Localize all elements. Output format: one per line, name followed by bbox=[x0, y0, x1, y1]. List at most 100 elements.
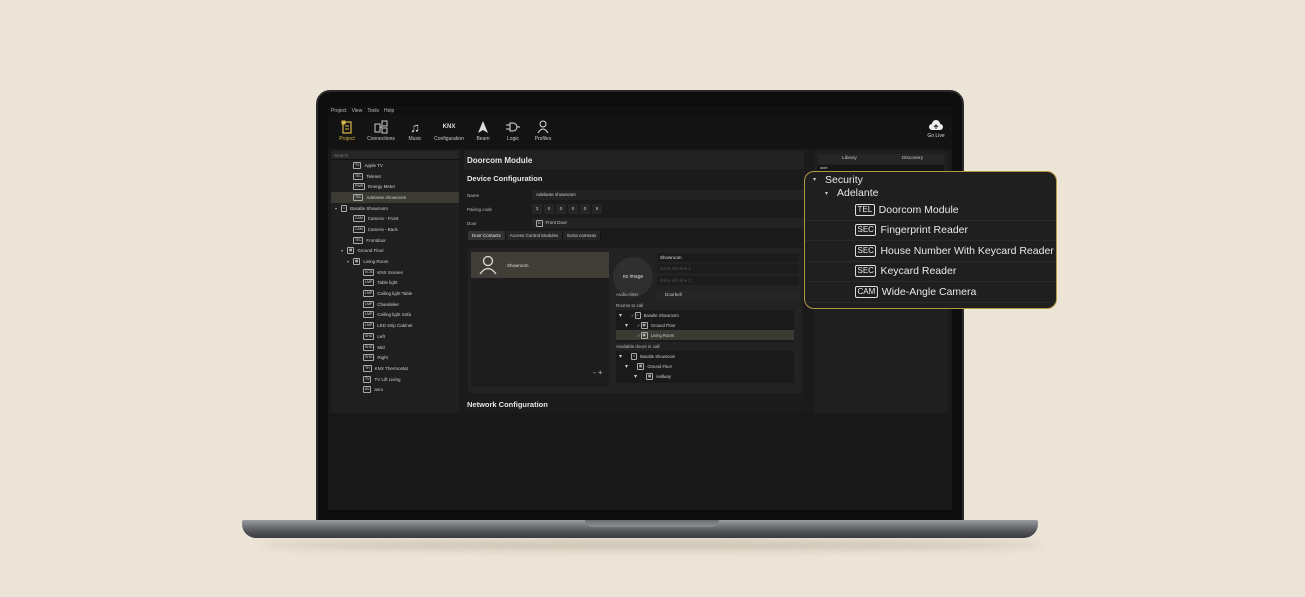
go-live-button[interactable]: Go Live bbox=[924, 120, 948, 139]
configuration-tool[interactable]: KNX Configuration bbox=[430, 115, 468, 142]
device-tag-icon: SEC bbox=[855, 224, 877, 237]
contact-item[interactable]: Showroom bbox=[471, 252, 609, 278]
device-config-header[interactable]: Device Configuration bbox=[464, 169, 804, 187]
device-tag-icon: TH bbox=[363, 364, 372, 372]
tab-library[interactable]: Library bbox=[818, 154, 881, 164]
tree-item[interactable]: TV TV Lift Living bbox=[331, 374, 459, 385]
tab-extra-cameras[interactable]: Extra cameras bbox=[563, 231, 602, 240]
adelante-category[interactable]: ▾ Adelante bbox=[805, 186, 1056, 200]
tree-item[interactable]: ▾ ▦ Living Room bbox=[331, 256, 459, 267]
door-tag-icon: D bbox=[536, 220, 543, 227]
tree-item[interactable]: SCN KNX Scenes bbox=[331, 267, 459, 278]
project-tree-panel: Search TV Apple TV TEL Telenet PWR Energy Met… bbox=[331, 151, 459, 413]
device-tag-icon: SHD bbox=[363, 343, 375, 351]
extra-info-2-field[interactable]: Extra info line 2 bbox=[657, 276, 799, 285]
device-tag-icon: LMP bbox=[363, 290, 375, 298]
library-item[interactable]: CAM Wide-Angle Camera bbox=[805, 282, 1056, 303]
device-tag-icon: SHD bbox=[363, 332, 375, 340]
library-item[interactable]: TEL Doorcom Module bbox=[805, 200, 1056, 221]
configuration-label: Configuration bbox=[434, 136, 464, 142]
menu-project[interactable]: Project bbox=[331, 108, 347, 114]
beam-icon bbox=[476, 120, 490, 134]
music-tool[interactable]: ♫ Music bbox=[400, 115, 430, 143]
tree-item[interactable]: TH KNX Thermostat bbox=[331, 363, 459, 374]
tree-item[interactable]: LMP Ceiling light Sofa bbox=[331, 310, 459, 321]
tree-item[interactable]: LMP Chandelier bbox=[331, 299, 459, 310]
tree-item[interactable]: TV Apple TV bbox=[331, 160, 459, 171]
tree-item-label: Apple TV bbox=[364, 162, 383, 168]
door-item[interactable]: ▾ ⌂ Basalte Showroom bbox=[616, 351, 794, 361]
name-field[interactable]: Adelante showroom bbox=[532, 190, 804, 200]
door-select[interactable]: D Front Door bbox=[532, 218, 804, 228]
project-tool[interactable]: Project bbox=[332, 115, 362, 142]
menu-help[interactable]: Help bbox=[384, 108, 394, 114]
tree-item[interactable]: CAM Camera - Front bbox=[331, 213, 459, 224]
device-tag-icon: SEC bbox=[855, 265, 877, 278]
device-tag-icon: SHD bbox=[363, 354, 375, 362]
library-item-label: Wide-Angle Camera bbox=[881, 285, 977, 298]
room-label: Living Room bbox=[650, 332, 675, 338]
device-tag-icon: TV bbox=[353, 161, 362, 169]
logic-tool[interactable]: Logic bbox=[498, 115, 528, 142]
tree-item[interactable]: SHD Right bbox=[331, 352, 459, 363]
security-category[interactable]: ▾ Security bbox=[805, 173, 1056, 186]
tree-item[interactable]: LMP LED strip Cabinet bbox=[331, 320, 459, 331]
tree-item[interactable]: LMP Ceiling light Table bbox=[331, 288, 459, 299]
room-item[interactable]: ✓ ▦ Living Room bbox=[616, 330, 794, 340]
contacts-add-remove[interactable]: - + bbox=[593, 368, 603, 377]
library-item[interactable]: SEC Fingerprint Reader bbox=[805, 221, 1056, 241]
tree-search-input[interactable]: Search bbox=[331, 151, 459, 160]
floor-icon: ▦ bbox=[640, 321, 648, 329]
pairing-code-field[interactable]: 3 0 0 0 0 9 bbox=[532, 204, 602, 214]
connections-icon bbox=[374, 120, 388, 134]
library-item[interactable]: SEC Keycard Reader bbox=[805, 262, 1056, 282]
tree-item[interactable]: ▾ ▦ Ground Floor bbox=[331, 246, 459, 257]
tab-discovery[interactable]: Discovery bbox=[881, 154, 944, 164]
library-item[interactable]: SEC House Number With Keycard Reader bbox=[805, 241, 1056, 262]
pairing-digit[interactable]: 0 bbox=[544, 204, 554, 214]
tree-item[interactable]: TEL Adelante showroom bbox=[331, 192, 459, 203]
pairing-digit[interactable]: 0 bbox=[580, 204, 590, 214]
contact-image[interactable]: no image bbox=[613, 257, 653, 297]
tree-item[interactable]: AV asro bbox=[331, 384, 459, 395]
pairing-digit[interactable]: 3 bbox=[532, 204, 542, 214]
device-tag-icon: CAM bbox=[353, 215, 365, 223]
profiles-tool[interactable]: Profiles bbox=[528, 115, 558, 142]
audio-alert-select[interactable]: Doorbell bbox=[657, 291, 799, 299]
tree-item[interactable]: TEL Telenet bbox=[331, 171, 459, 182]
network-config-header[interactable]: Network Configuration bbox=[464, 395, 551, 413]
device-tag-icon: ▦ bbox=[347, 247, 355, 255]
tree-item-label: Table light bbox=[377, 280, 398, 286]
available-doors-tree: ▾ ⌂ Basalte Showroom ▾ ▦ Ground Floor ▾ ▦ Hall… bbox=[616, 351, 794, 383]
tab-door-contacts[interactable]: Door Contacts bbox=[468, 231, 506, 240]
room-item[interactable]: ▾ ✓ ⌂ Basalte Showroom bbox=[616, 310, 794, 320]
device-panel: Doorcom Module Device Configuration Name… bbox=[464, 151, 804, 413]
door-item[interactable]: ▾ ▦ Ground Floor bbox=[616, 361, 794, 371]
beam-tool[interactable]: Beam bbox=[468, 115, 498, 142]
pairing-digit[interactable]: 0 bbox=[556, 204, 566, 214]
menu-view[interactable]: View bbox=[352, 108, 363, 114]
tree-item[interactable]: SHD Left bbox=[331, 331, 459, 342]
tree-item[interactable]: SHD Mid bbox=[331, 342, 459, 353]
tree-item[interactable]: PWR Energy Meter bbox=[331, 181, 459, 192]
tree-item[interactable]: CAM Camera - Back bbox=[331, 224, 459, 235]
connections-tool[interactable]: Connections bbox=[362, 115, 400, 142]
room-icon: ▦ bbox=[646, 372, 654, 380]
tree-item-label: KNX Scenes bbox=[377, 269, 403, 275]
menu-tools[interactable]: Tools bbox=[367, 108, 379, 114]
room-label: Ground Floor bbox=[650, 322, 676, 328]
tree-item[interactable]: LMP Table light bbox=[331, 278, 459, 289]
door-item[interactable]: ▾ ▦ Hallway bbox=[616, 371, 794, 381]
project-icon bbox=[340, 120, 354, 134]
room-item[interactable]: ▾ ✓ ▦ Ground Floor bbox=[616, 320, 794, 330]
contact-name-field[interactable]: Showroom bbox=[657, 253, 799, 262]
extra-info-1-field[interactable]: Extra info line 1 bbox=[657, 264, 799, 273]
pairing-digit[interactable]: 0 bbox=[568, 204, 578, 214]
toolbar: Project Connections ♫ Music KNX Configur… bbox=[328, 115, 952, 149]
tab-access-control[interactable]: Access Control Modules bbox=[505, 231, 564, 240]
pairing-digit[interactable]: 9 bbox=[592, 204, 602, 214]
tree-item[interactable]: TEL Frontdoor bbox=[331, 235, 459, 246]
contact-name: Showroom bbox=[507, 262, 529, 268]
tree-item[interactable]: ▾ ⌂ Basalte Showroom bbox=[331, 203, 459, 214]
device-tag-icon: TEL bbox=[353, 236, 364, 244]
